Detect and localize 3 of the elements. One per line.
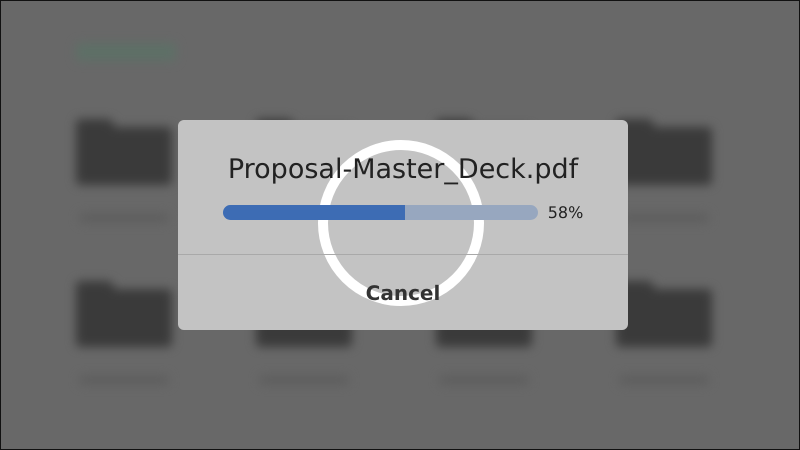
cancel-button[interactable]: Cancel bbox=[178, 255, 628, 330]
file-name: Proposal-Master_Deck.pdf bbox=[228, 154, 578, 185]
progress-percent: 58% bbox=[548, 203, 584, 222]
